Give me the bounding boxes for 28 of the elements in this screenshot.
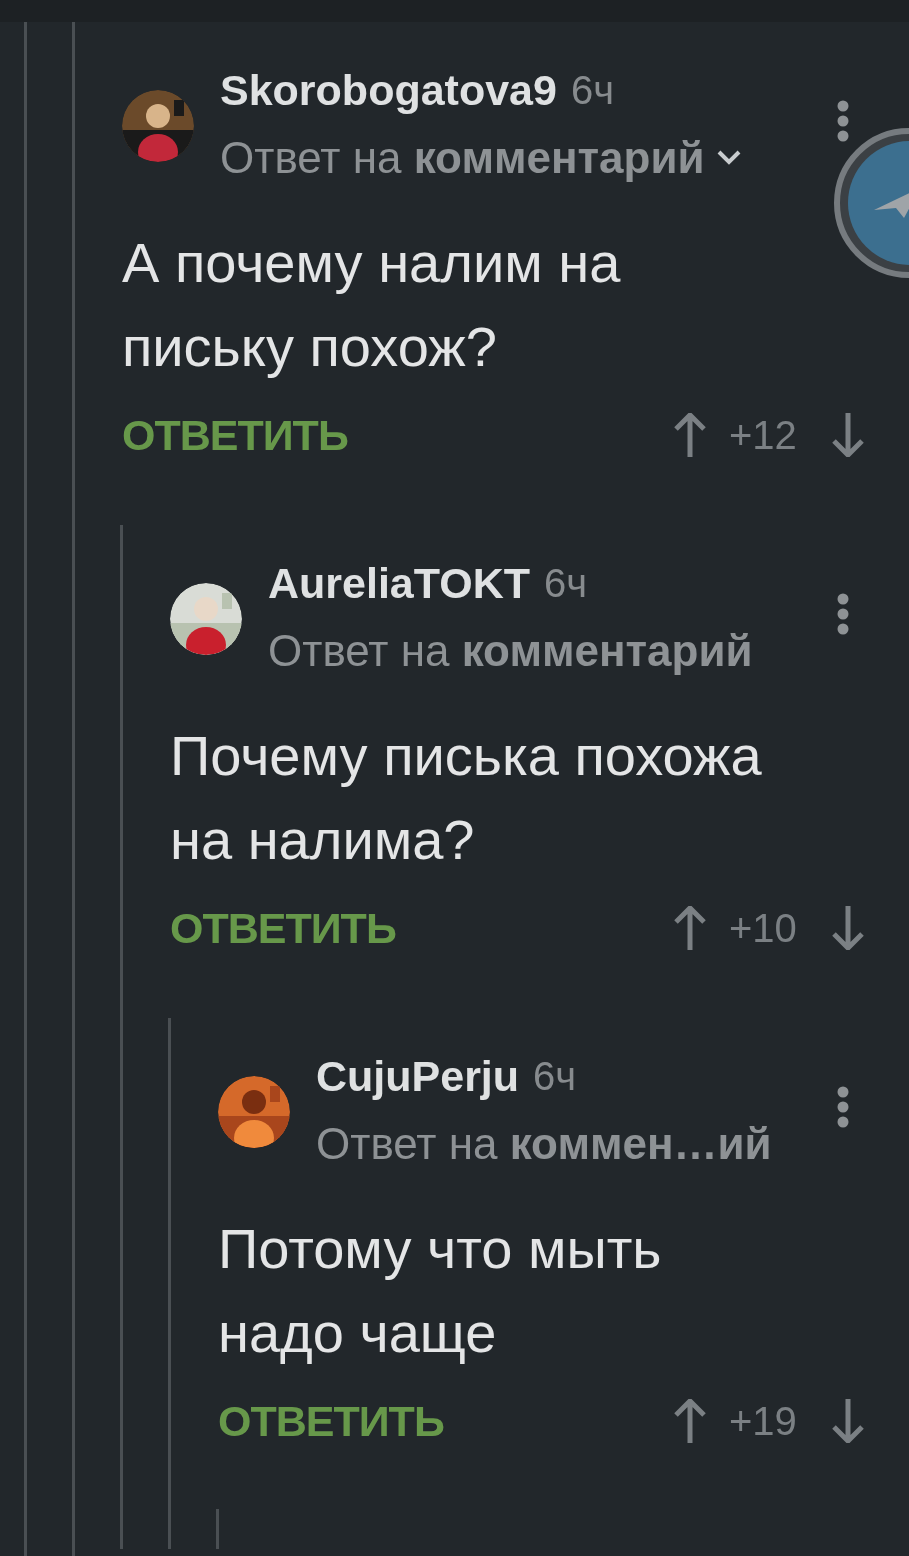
downvote-icon[interactable] [831,413,865,457]
time-label: 6ч [544,560,588,607]
time-label: 6ч [570,67,614,114]
rating-count: +10 [729,905,798,952]
upvote-icon[interactable] [673,413,707,457]
author-name[interactable]: AureliaTOKT [268,550,531,616]
more-options-icon[interactable] [837,100,849,142]
more-options-icon[interactable] [837,1086,849,1128]
reply-to-link[interactable]: Ответ на коммен…ий [316,1111,772,1177]
chevron-down-icon[interactable] [716,150,741,166]
downvote-icon[interactable] [831,906,865,950]
reply-to-link[interactable]: Ответ на комментарий [220,125,705,191]
comment-text: А почему налим на письку похож? [122,230,622,380]
rating-count: +19 [729,1398,798,1445]
downvote-icon[interactable] [831,1399,865,1443]
reply-button[interactable]: ОТВЕТИТЬ [122,402,348,468]
time-label: 6ч [533,1053,577,1100]
author-name[interactable]: CujuPerju [316,1043,520,1109]
rating-count: +12 [729,412,798,459]
more-options-icon[interactable] [837,593,849,635]
upvote-icon[interactable] [673,1399,707,1443]
comment-text: Почему писька похожа на налима? [170,723,763,873]
comment-text: Потому что мыть надо чаще [218,1216,663,1366]
upvote-icon[interactable] [673,906,707,950]
author-name[interactable]: Skorobogatova9 [220,57,557,123]
reply-button[interactable]: ОТВЕТИТЬ [218,1388,444,1454]
reply-button[interactable]: ОТВЕТИТЬ [170,895,396,961]
reply-to-link[interactable]: Ответ на комментарий [268,618,753,684]
